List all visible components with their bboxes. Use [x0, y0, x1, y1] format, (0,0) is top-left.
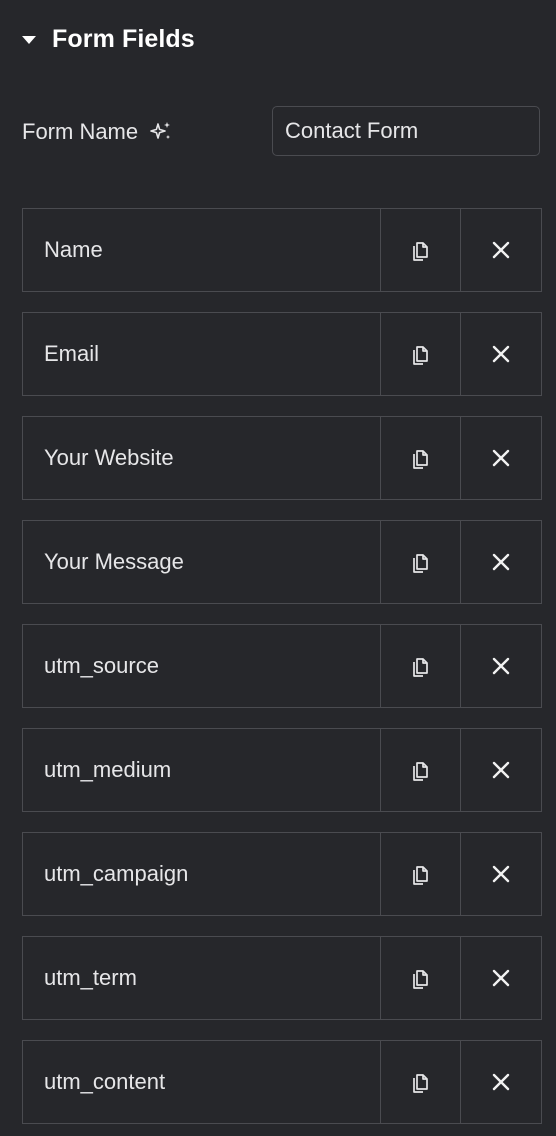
remove-button[interactable]	[460, 521, 541, 603]
remove-button[interactable]	[460, 937, 541, 1019]
duplicate-button[interactable]	[380, 1041, 460, 1123]
duplicate-button[interactable]	[380, 833, 460, 915]
close-icon	[492, 553, 510, 571]
field-label[interactable]: utm_campaign	[23, 833, 380, 915]
remove-button[interactable]	[460, 833, 541, 915]
close-icon	[492, 865, 510, 883]
field-label[interactable]: Name	[23, 209, 380, 291]
duplicate-button[interactable]	[380, 313, 460, 395]
caret-down-icon	[22, 36, 36, 44]
duplicate-button[interactable]	[380, 729, 460, 811]
remove-button[interactable]	[460, 625, 541, 707]
field-row: Your Website	[22, 416, 542, 500]
close-icon	[492, 969, 510, 987]
duplicate-button[interactable]	[380, 417, 460, 499]
duplicate-icon	[412, 242, 428, 261]
duplicate-icon	[412, 450, 428, 469]
duplicate-icon	[412, 970, 428, 989]
field-label[interactable]: utm_medium	[23, 729, 380, 811]
close-icon	[492, 449, 510, 467]
field-label[interactable]: utm_content	[23, 1041, 380, 1123]
section-title: Form Fields	[52, 24, 195, 53]
remove-button[interactable]	[460, 313, 541, 395]
duplicate-icon	[412, 1074, 428, 1093]
close-icon	[492, 241, 510, 259]
duplicate-icon	[412, 762, 428, 781]
field-label[interactable]: Your Message	[23, 521, 380, 603]
form-fields-list: Name Email Your Website Your Message utm…	[22, 208, 542, 1136]
duplicate-button[interactable]	[380, 937, 460, 1019]
field-label[interactable]: utm_term	[23, 937, 380, 1019]
duplicate-icon	[412, 866, 428, 885]
form-name-input[interactable]	[272, 106, 540, 156]
duplicate-button[interactable]	[380, 521, 460, 603]
form-fields-panel: Form Fields Form Name Name	[0, 0, 556, 1136]
field-row: Name	[22, 208, 542, 292]
field-row: Email	[22, 312, 542, 396]
duplicate-button[interactable]	[380, 209, 460, 291]
remove-button[interactable]	[460, 209, 541, 291]
remove-button[interactable]	[460, 1041, 541, 1123]
duplicate-icon	[412, 658, 428, 677]
field-row: utm_content	[22, 1040, 542, 1124]
sparkle-icon[interactable]	[148, 119, 174, 145]
form-name-row: Form Name	[22, 106, 542, 158]
field-label[interactable]: utm_source	[23, 625, 380, 707]
duplicate-button[interactable]	[380, 625, 460, 707]
remove-button[interactable]	[460, 729, 541, 811]
close-icon	[492, 657, 510, 675]
form-fields-section-toggle[interactable]: Form Fields	[22, 22, 195, 56]
field-row: utm_campaign	[22, 832, 542, 916]
close-icon	[492, 345, 510, 363]
field-row: Your Message	[22, 520, 542, 604]
duplicate-icon	[412, 346, 428, 365]
form-name-label: Form Name	[22, 119, 139, 144]
field-row: utm_source	[22, 624, 542, 708]
close-icon	[492, 761, 510, 779]
field-label[interactable]: Your Website	[23, 417, 380, 499]
remove-button[interactable]	[460, 417, 541, 499]
field-label[interactable]: Email	[23, 313, 380, 395]
duplicate-icon	[412, 554, 428, 573]
field-row: utm_term	[22, 936, 542, 1020]
close-icon	[492, 1073, 510, 1091]
field-row: utm_medium	[22, 728, 542, 812]
